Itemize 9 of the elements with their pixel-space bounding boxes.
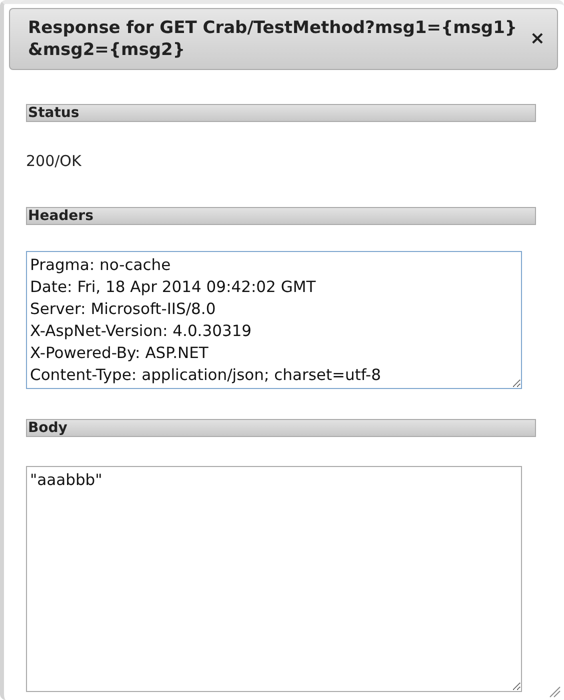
resize-grip-icon[interactable] [549, 686, 561, 698]
section-heading: Body [26, 418, 536, 436]
dialog-title: Response for GET Crab/TestMethod?msg1={msg1}&msg2={msg2} [28, 17, 518, 61]
headers-field[interactable]: Pragma: no-cache Date: Fri, 18 Apr 2014 09:42:02 GMT Server: Microsoft-IIS/8.0 X-AspNet-Version: 4.0.30319 X-Powered-By: ASP.NET Content-Type: application/json; charset=utf-8 [26, 250, 522, 388]
status-value: 200/OK [26, 151, 82, 172]
section-heading: Headers [26, 206, 536, 224]
close-button[interactable]: × [530, 30, 545, 48]
section-heading: Status [26, 104, 536, 122]
body-field[interactable]: "aaabbb" [26, 466, 522, 692]
